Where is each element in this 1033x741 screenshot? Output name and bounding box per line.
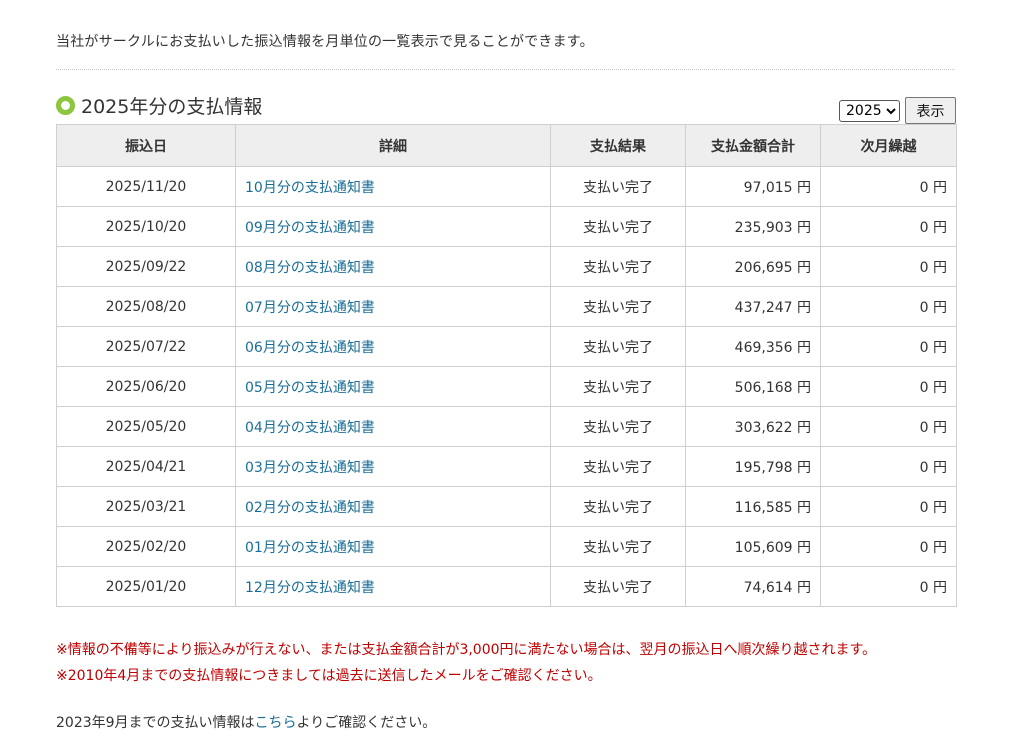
payments-table: 振込日 詳細 支払結果 支払金額合計 次月繰越 2025/11/20 10月分の支… — [56, 124, 957, 607]
result-cell: 支払い完了 — [550, 366, 686, 407]
carry-cell: 0 円 — [820, 486, 957, 527]
green-ring-icon — [56, 95, 75, 115]
header-date: 振込日 — [56, 124, 236, 167]
table-row: 2025/10/20 09月分の支払通知書 支払い完了 235,903 円0 円 — [56, 206, 957, 247]
date-cell: 2025/05/20 — [56, 406, 236, 447]
header-carry: 次月繰越 — [820, 124, 957, 167]
intro-text: 当社がサークルにお支払いした振込情報を月単位の一覧表示で見ることができます。 — [56, 34, 594, 50]
carry-cell: 0 円 — [820, 166, 957, 207]
amount-cell: 206,695 円 — [685, 246, 821, 287]
detail-cell: 04月分の支払通知書 — [235, 406, 551, 447]
table-row: 2025/07/22 06月分の支払通知書 支払い完了 469,356 円0 円 — [56, 326, 957, 367]
section-title: 2025年分の支払情報 — [81, 95, 263, 118]
amount-cell: 116,585 円 — [685, 486, 821, 527]
payment-notice-link[interactable]: 06月分の支払通知書 — [245, 340, 375, 356]
result-cell: 支払い完了 — [550, 246, 686, 287]
note-line: ※2010年4月までの支払情報につきましては過去に送信したメールをご確認ください… — [56, 668, 602, 684]
date-cell: 2025/09/22 — [56, 246, 236, 287]
date-cell: 2025/11/20 — [56, 166, 236, 207]
dotted-divider — [56, 69, 955, 70]
result-cell: 支払い完了 — [550, 486, 686, 527]
detail-cell: 09月分の支払通知書 — [235, 206, 551, 247]
date-cell: 2025/01/20 — [56, 566, 236, 607]
payment-notice-link[interactable]: 12月分の支払通知書 — [245, 580, 375, 596]
detail-cell: 08月分の支払通知書 — [235, 246, 551, 287]
amount-cell: 469,356 円 — [685, 326, 821, 367]
table-row: 2025/08/20 07月分の支払通知書 支払い完了 437,247 円0 円 — [56, 286, 957, 327]
detail-cell: 07月分の支払通知書 — [235, 286, 551, 327]
detail-cell: 02月分の支払通知書 — [235, 486, 551, 527]
table-row: 2025/05/20 04月分の支払通知書 支払い完了 303,622 円0 円 — [56, 406, 957, 447]
result-cell: 支払い完了 — [550, 326, 686, 367]
date-cell: 2025/08/20 — [56, 286, 236, 327]
table-row: 2025/02/20 01月分の支払通知書 支払い完了 105,609 円0 円 — [56, 526, 957, 567]
payment-notice-link[interactable]: 10月分の支払通知書 — [245, 180, 375, 196]
result-cell: 支払い完了 — [550, 446, 686, 487]
date-cell: 2025/03/21 — [56, 486, 236, 527]
amount-cell: 195,798 円 — [685, 446, 821, 487]
footer-after: よりご確認ください。 — [296, 715, 437, 731]
date-cell: 2025/07/22 — [56, 326, 236, 367]
header-result: 支払結果 — [550, 124, 686, 167]
header-amount: 支払金額合計 — [685, 124, 821, 167]
footer-text: 2023年9月までの支払い情報はこちらよりご確認ください。 — [56, 712, 436, 732]
carry-cell: 0 円 — [820, 406, 957, 447]
date-cell: 2025/04/21 — [56, 446, 236, 487]
carry-cell: 0 円 — [820, 326, 957, 367]
payment-notice-link[interactable]: 04月分の支払通知書 — [245, 420, 375, 436]
payment-notice-link[interactable]: 05月分の支払通知書 — [245, 380, 375, 396]
table-row: 2025/11/20 10月分の支払通知書 支払い完了 97,015 円0 円 — [56, 166, 957, 207]
amount-cell: 97,015 円 — [685, 166, 821, 207]
table-row: 2025/06/20 05月分の支払通知書 支払い完了 506,168 円0 円 — [56, 366, 957, 407]
detail-cell: 05月分の支払通知書 — [235, 366, 551, 407]
result-cell: 支払い完了 — [550, 206, 686, 247]
result-cell: 支払い完了 — [550, 566, 686, 607]
amount-cell: 437,247 円 — [685, 286, 821, 327]
result-cell: 支払い完了 — [550, 526, 686, 567]
table-row: 2025/09/22 08月分の支払通知書 支払い完了 206,695 円0 円 — [56, 246, 957, 287]
footer-before: 2023年9月までの支払い情報は — [56, 715, 255, 731]
date-cell: 2025/10/20 — [56, 206, 236, 247]
result-cell: 支払い完了 — [550, 166, 686, 207]
date-cell: 2025/02/20 — [56, 526, 236, 567]
carry-cell: 0 円 — [820, 366, 957, 407]
detail-cell: 06月分の支払通知書 — [235, 326, 551, 367]
date-cell: 2025/06/20 — [56, 366, 236, 407]
amount-cell: 235,903 円 — [685, 206, 821, 247]
note-line: ※情報の不備等により振込みが行えない、または支払金額合計が3,000円に満たない… — [56, 642, 877, 658]
year-select[interactable]: 2025 — [839, 100, 900, 122]
payment-notice-link[interactable]: 02月分の支払通知書 — [245, 500, 375, 516]
table-row: 2025/01/20 12月分の支払通知書 支払い完了 74,614 円0 円 — [56, 566, 957, 607]
carry-cell: 0 円 — [820, 206, 957, 247]
section-header: 2025年分の支払情報 — [56, 92, 262, 118]
payment-notice-link[interactable]: 07月分の支払通知書 — [245, 300, 375, 316]
amount-cell: 506,168 円 — [685, 366, 821, 407]
carry-cell: 0 円 — [820, 286, 957, 327]
header-detail: 詳細 — [235, 124, 551, 167]
result-cell: 支払い完了 — [550, 286, 686, 327]
detail-cell: 10月分の支払通知書 — [235, 166, 551, 207]
table-row: 2025/03/21 02月分の支払通知書 支払い完了 116,585 円0 円 — [56, 486, 957, 527]
result-cell: 支払い完了 — [550, 406, 686, 447]
amount-cell: 105,609 円 — [685, 526, 821, 567]
notes: ※情報の不備等により振込みが行えない、または支払金額合計が3,000円に満たない… — [56, 637, 876, 689]
table-row: 2025/04/21 03月分の支払通知書 支払い完了 195,798 円0 円 — [56, 446, 957, 487]
payment-notice-link[interactable]: 01月分の支払通知書 — [245, 540, 375, 556]
detail-cell: 12月分の支払通知書 — [235, 566, 551, 607]
carry-cell: 0 円 — [820, 446, 957, 487]
detail-cell: 03月分の支払通知書 — [235, 446, 551, 487]
detail-cell: 01月分の支払通知書 — [235, 526, 551, 567]
payment-notice-link[interactable]: 09月分の支払通知書 — [245, 220, 375, 236]
amount-cell: 303,622 円 — [685, 406, 821, 447]
carry-cell: 0 円 — [820, 566, 957, 607]
table-header-row: 振込日 詳細 支払結果 支払金額合計 次月繰越 — [56, 124, 957, 167]
show-button[interactable]: 表示 — [905, 97, 956, 124]
carry-cell: 0 円 — [820, 526, 957, 567]
amount-cell: 74,614 円 — [685, 566, 821, 607]
payment-notice-link[interactable]: 03月分の支払通知書 — [245, 460, 375, 476]
payment-notice-link[interactable]: 08月分の支払通知書 — [245, 260, 375, 276]
carry-cell: 0 円 — [820, 246, 957, 287]
footer-link[interactable]: こちら — [255, 715, 297, 731]
